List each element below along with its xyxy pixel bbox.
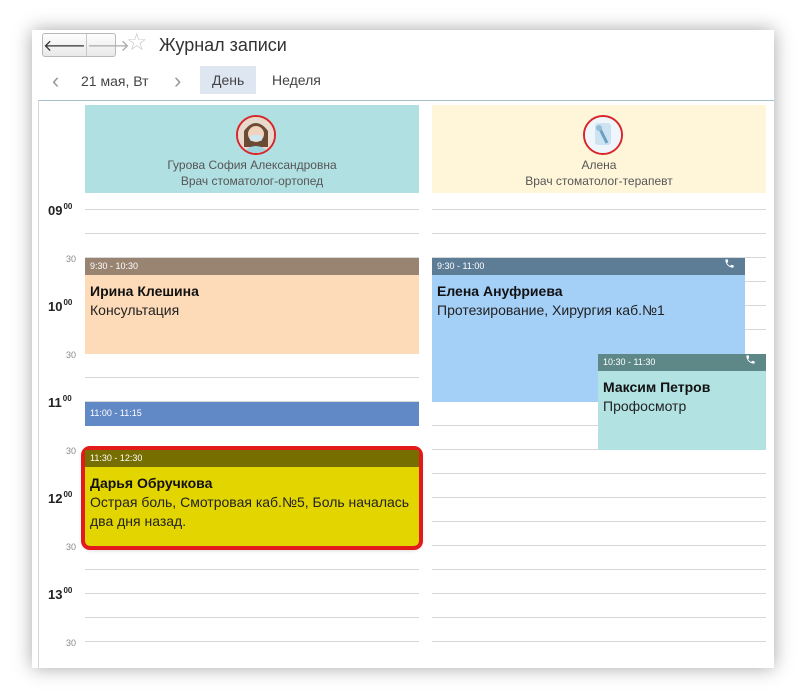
gridline: [432, 497, 766, 498]
history-nav: 🡐 🡒: [42, 33, 130, 57]
appointment-time: 11:00 - 11:15: [85, 402, 419, 424]
gridline: [85, 641, 419, 642]
gridline: [85, 617, 419, 618]
doctor-avatar: [236, 115, 276, 155]
gridline: [432, 425, 598, 426]
appointment-patient: Максим Петров: [603, 379, 711, 395]
appointment-time: 11:30 - 12:30: [85, 450, 419, 467]
appointment-patient: Дарья Обручкова: [90, 475, 213, 491]
appointment-obruchkova[interactable]: 11:30 - 12:30 Дарья Обручкова Острая бол…: [81, 446, 423, 550]
appointment-time: 9:30 - 10:30: [85, 258, 419, 275]
window-title: Журнал записи: [159, 35, 287, 55]
view-tab-day[interactable]: День: [200, 66, 257, 94]
phone-icon[interactable]: [724, 258, 735, 275]
gridline: [432, 617, 766, 618]
gridline: [432, 593, 766, 594]
gridline: [432, 521, 766, 522]
appointment-petrov[interactable]: 10:30 - 11:30 Максим Петров Профосмотр: [598, 354, 766, 450]
appointment-patient: Елена Ануфриева: [437, 283, 563, 299]
hour-label-09: 0900: [48, 202, 73, 218]
current-date: 21 мая, Вт: [81, 73, 149, 89]
appointment-time: 10:30 - 11:30: [598, 354, 766, 371]
doctor-role: Врач стоматолог-терапевт: [525, 174, 673, 188]
next-day-button[interactable]: ›: [174, 70, 181, 92]
gridline: [432, 233, 766, 234]
gridline: [745, 305, 766, 306]
half-hour-label: 30: [66, 350, 77, 360]
doctor-header-alena[interactable]: Алена Врач стоматолог-терапевт: [432, 105, 766, 193]
hour-label-10: 1000: [48, 298, 73, 314]
half-hour-label: 30: [66, 638, 77, 648]
doctor-header-gurova[interactable]: Гурова София Александровна Врач стоматол…: [85, 105, 419, 193]
hour-label-11: 1100: [48, 394, 72, 410]
doctor-name: Алена: [581, 158, 617, 172]
gridline: [745, 329, 766, 330]
appointment-description: Протезирование, Хирургия каб.№1: [437, 302, 665, 318]
hour-label-12: 1200: [48, 490, 73, 506]
hour-label-13: 1300: [48, 586, 73, 602]
doctor-avatar: [583, 115, 623, 155]
gridline: [432, 473, 766, 474]
phone-icon[interactable]: [745, 354, 756, 371]
appointment-klashina[interactable]: 9:30 - 10:30 Ирина Клешина Консультация: [85, 258, 419, 354]
appointment-description: Профосмотр: [603, 398, 687, 414]
gridline: [85, 233, 419, 234]
arrow-left-icon: 🡐: [43, 37, 86, 55]
gridline: [432, 545, 766, 546]
view-tab-week[interactable]: Неделя: [260, 66, 333, 94]
half-hour-label: 30: [66, 446, 77, 456]
appointment-description: Острая боль, Смотровая каб.№5, Боль нача…: [90, 494, 410, 529]
favorite-star-icon[interactable]: ☆: [126, 31, 148, 55]
appointment-description: Консультация: [90, 302, 180, 318]
gridline: [85, 377, 419, 378]
journal-window: 🡐 🡒 ☆ Журнал записи ‹ 21 мая, Вт › День …: [32, 30, 774, 668]
doctor-role: Врач стоматолог-ортопед: [180, 174, 324, 188]
gridline: [85, 593, 419, 594]
half-hour-label: 30: [66, 254, 77, 264]
gridline: [432, 641, 766, 642]
forward-button[interactable]: 🡒: [85, 34, 130, 56]
appointment-patient: Ирина Клешина: [90, 283, 199, 299]
half-hour-label: 30: [66, 542, 77, 552]
gridline: [745, 281, 766, 282]
appointment-time: 9:30 - 11:00: [432, 258, 745, 275]
prev-day-button[interactable]: ‹: [52, 70, 59, 92]
back-button[interactable]: 🡐: [43, 34, 86, 56]
gridline: [85, 209, 419, 210]
doctor-name: Гурова София Александровна: [167, 158, 337, 172]
gridline: [432, 209, 766, 210]
arrow-right-icon: 🡒: [86, 37, 130, 55]
appointment-slot-1100[interactable]: 11:00 - 11:15: [85, 402, 419, 426]
gridline: [85, 569, 419, 570]
gridline: [432, 569, 766, 570]
